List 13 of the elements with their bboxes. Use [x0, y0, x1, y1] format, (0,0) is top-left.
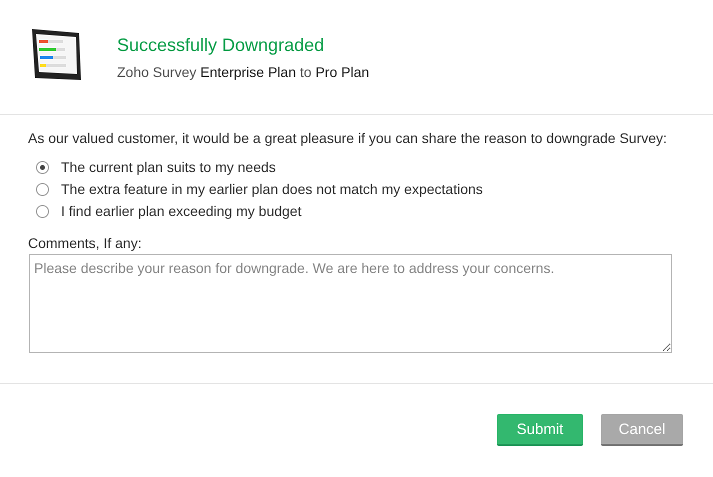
- dialog-title: Successfully Downgraded: [117, 34, 326, 56]
- cancel-button[interactable]: Cancel: [601, 414, 683, 446]
- radio-button[interactable]: [36, 182, 49, 196]
- question-text: As our valued customer, it would be a great pleasure if you can share the reason to downgrade Survey:: [28, 130, 668, 146]
- reason-label: The extra feature in my earlier plan does not match my expectations: [61, 181, 483, 197]
- comments-label: Comments, If any:: [28, 235, 143, 251]
- radio-button[interactable]: [36, 160, 49, 174]
- plan-change-text: Zoho Survey Enterprise Plan to Pro Plan: [117, 64, 370, 80]
- reason-label: The current plan suits to my needs: [61, 159, 276, 175]
- comments-field[interactable]: Please describe your reason for downgrade. We are here to address your concerns.: [29, 254, 672, 353]
- submit-button[interactable]: Submit: [497, 414, 583, 446]
- reason-label: I find earlier plan exceeding my budget: [61, 203, 302, 219]
- radio-button[interactable]: [36, 204, 49, 218]
